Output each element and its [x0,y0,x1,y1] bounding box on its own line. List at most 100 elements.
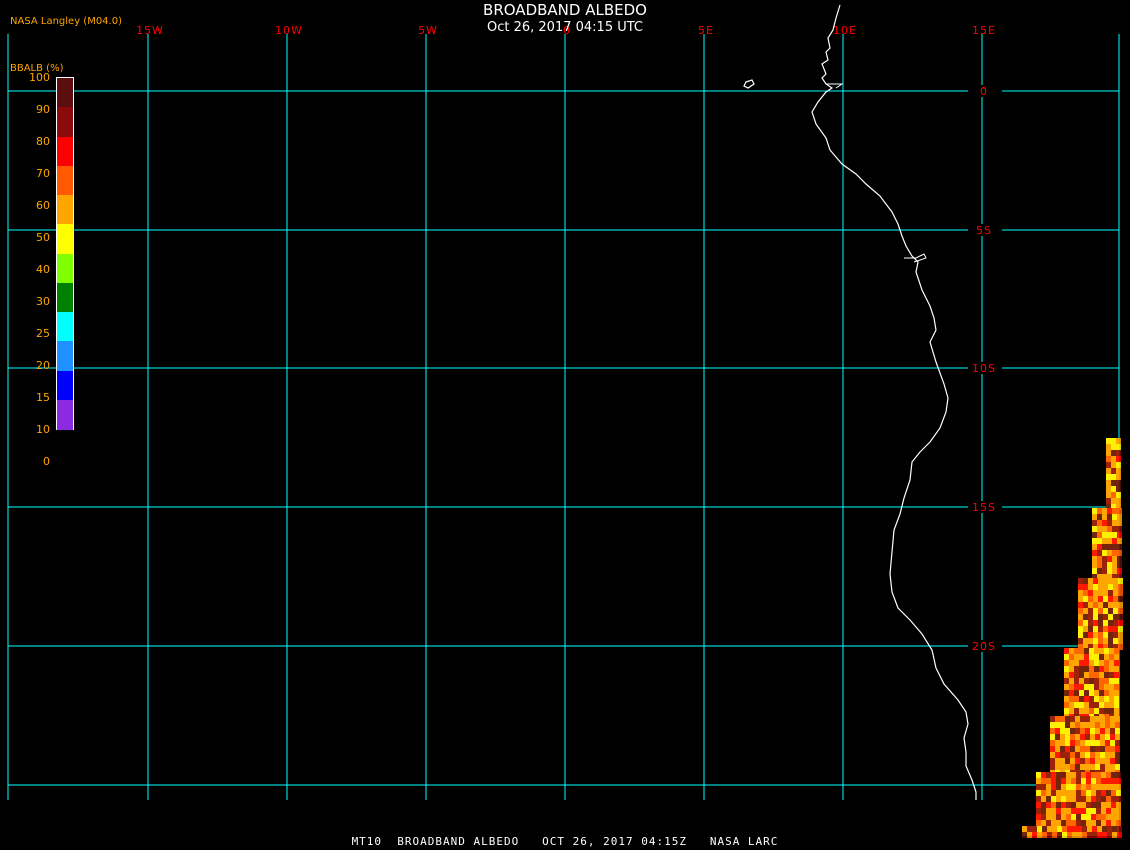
albedo-pixel [1055,758,1060,764]
albedo-pixel [1080,764,1085,770]
albedo-pixel [1105,722,1110,728]
albedo-pixel [1107,508,1112,514]
albedo-pixel [1060,734,1065,740]
albedo-pixel [1104,690,1109,696]
albedo-pixel [1089,672,1094,678]
albedo-pixel [1090,740,1095,746]
colorbar-tick-label: 100 [29,71,50,84]
albedo-pixel [1103,590,1108,596]
albedo-pixel [1060,764,1065,770]
colorbar-bin [57,370,73,401]
albedo-pixel [1076,784,1081,790]
albedo-pixel [1103,620,1108,626]
albedo-pixel [1113,638,1118,644]
albedo-pixel [1079,678,1084,684]
albedo-pixel [1106,808,1111,814]
albedo-pixel [1078,596,1083,602]
albedo-pixel [1096,802,1101,808]
albedo-pixel [1084,696,1089,702]
albedo-pixel [1110,734,1115,740]
albedo-pixel [1089,684,1094,690]
latitude-label: 5S [976,224,992,237]
albedo-pixel [1118,638,1123,644]
albedo-pixel [1117,562,1122,568]
albedo-pixel [1064,648,1069,654]
albedo-pixel [1094,684,1099,690]
albedo-pixel [1061,784,1066,790]
albedo-pixel [1088,584,1093,590]
albedo-pixel [1070,758,1075,764]
albedo-pixel [1105,734,1110,740]
albedo-pixel [1075,758,1080,764]
albedo-pixel [1056,820,1061,826]
albedo-pixel [1118,620,1123,626]
albedo-pixel [1097,508,1102,514]
albedo-pixel [1090,728,1095,734]
albedo-pixel [1089,690,1094,696]
albedo-pixel [1090,764,1095,770]
albedo-pixel [1061,820,1066,826]
albedo-pixel [1076,796,1081,802]
albedo-pixel [1098,584,1103,590]
albedo-pixel [1093,626,1098,632]
albedo-pixel [1091,778,1096,784]
albedo-pixel [1084,678,1089,684]
albedo-pixel [1050,740,1055,746]
albedo-pixel [1104,678,1109,684]
albedo-pixel [1083,578,1088,584]
albedo-pixel [1091,808,1096,814]
albedo-pixel [1084,648,1089,654]
albedo-pixel [1111,802,1116,808]
island [743,79,755,89]
albedo-pixel [1107,544,1112,550]
albedo-pixel [1075,740,1080,746]
albedo-pixel [1102,532,1107,538]
albedo-pixel [1051,784,1056,790]
albedo-pixel [1107,568,1112,574]
albedo-pixel [1114,690,1119,696]
albedo-pixel [1071,790,1076,796]
albedo-pixel [1115,722,1120,728]
albedo-pixel [1093,590,1098,596]
albedo-pixel [1111,444,1116,450]
albedo-pixel [1104,660,1109,666]
albedo-pixel [1064,660,1069,666]
albedo-pixel [1070,740,1075,746]
albedo-pixel [1099,666,1104,672]
albedo-pixel [1114,696,1119,702]
albedo-pixel [1060,740,1065,746]
albedo-pixel [1065,728,1070,734]
albedo-pixel [1069,654,1074,660]
albedo-pixel [1066,772,1071,778]
albedo-pixel [1108,602,1113,608]
lat-lon-grid: 15W 10W 5W 0 5E 10E 15E05S10S15S20S [7,24,1120,800]
albedo-pixel [1101,814,1106,820]
albedo-pixel [1096,772,1101,778]
albedo-pixel [1087,826,1092,832]
albedo-pixel [1086,814,1091,820]
albedo-pixel [1050,758,1055,764]
albedo-pixel [1113,620,1118,626]
albedo-pixel [1097,826,1102,832]
albedo-pixel [1113,578,1118,584]
albedo-pixel [1060,716,1065,722]
albedo-pixel [1096,808,1101,814]
albedo-pixel [1095,740,1100,746]
colorbar-bin [57,195,73,225]
albedo-pixel [1112,562,1117,568]
albedo-pixel [1090,758,1095,764]
albedo-pixel [1083,584,1088,590]
albedo-pixel [1069,690,1074,696]
albedo-pixel [1105,758,1110,764]
albedo-pixel [1096,814,1101,820]
albedo-pixel [1041,808,1046,814]
albedo-pixel [1095,728,1100,734]
albedo-pixel [1065,758,1070,764]
albedo-pixel [1108,596,1113,602]
albedo-pixel [1112,538,1117,544]
albedo-pixel [1106,802,1111,808]
albedo-pixel [1092,826,1097,832]
latitude-label: 20S [972,640,996,653]
albedo-pixel [1086,790,1091,796]
albedo-pixel [1097,562,1102,568]
